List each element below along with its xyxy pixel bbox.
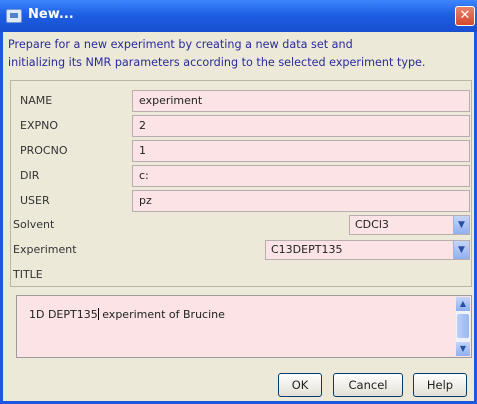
title-text-start: 1D DEPT135 <box>29 308 98 321</box>
title-text-end: experiment of Brucine <box>98 308 225 321</box>
dialog-title: New... <box>28 7 74 22</box>
user-label: USER <box>20 194 50 207</box>
expno-field[interactable]: 2 <box>132 115 470 137</box>
solvent-value: CDCl3 <box>355 218 389 231</box>
name-field[interactable]: experiment <box>132 90 470 112</box>
new-dialog-window: New... ✕ Prepare for a new experiment by… <box>0 0 477 404</box>
expno-label: EXPNO <box>20 119 59 132</box>
dir-label: DIR <box>20 169 40 182</box>
scroll-thumb[interactable] <box>457 314 469 338</box>
dialog-body: Prepare for a new experiment by creating… <box>3 32 474 401</box>
ok-button[interactable]: OK <box>278 373 322 397</box>
app-window-icon <box>6 9 22 23</box>
procno-label: PROCNO <box>20 144 68 157</box>
dir-field[interactable]: c: <box>132 165 470 187</box>
title-textarea[interactable]: 1D DEPT135 experiment of Brucine ▲ ▼ <box>16 295 472 358</box>
close-button[interactable]: ✕ <box>455 6 475 26</box>
title-text: 1D DEPT135 experiment of Brucine <box>29 308 225 321</box>
name-label: NAME <box>20 94 53 107</box>
title-bar[interactable]: New... ✕ <box>0 0 477 32</box>
experiment-dropdown[interactable]: C13DEPT135 ▼ <box>265 240 470 260</box>
experiment-value: C13DEPT135 <box>271 243 343 256</box>
title-scrollbar[interactable]: ▲ ▼ <box>456 297 470 356</box>
chevron-down-icon[interactable]: ▼ <box>453 241 469 259</box>
help-button[interactable]: Help <box>413 373 467 397</box>
chevron-down-icon[interactable]: ▼ <box>453 216 469 234</box>
solvent-dropdown[interactable]: CDCl3 ▼ <box>349 215 470 235</box>
scroll-down-icon[interactable]: ▼ <box>456 342 470 356</box>
close-icon: ✕ <box>459 8 471 23</box>
scroll-up-icon[interactable]: ▲ <box>456 297 470 311</box>
intro-line-2: initializing its NMR parameters accordin… <box>8 56 426 69</box>
intro-line-1: Prepare for a new experiment by creating… <box>8 38 353 51</box>
solvent-label: Solvent <box>13 218 55 231</box>
title-label: TITLE <box>13 268 43 281</box>
experiment-label: Experiment <box>13 243 77 256</box>
user-field[interactable]: pz <box>132 190 470 212</box>
cancel-button[interactable]: Cancel <box>333 373 403 397</box>
procno-field[interactable]: 1 <box>132 140 470 162</box>
intro-text: Prepare for a new experiment by creating… <box>8 36 470 72</box>
